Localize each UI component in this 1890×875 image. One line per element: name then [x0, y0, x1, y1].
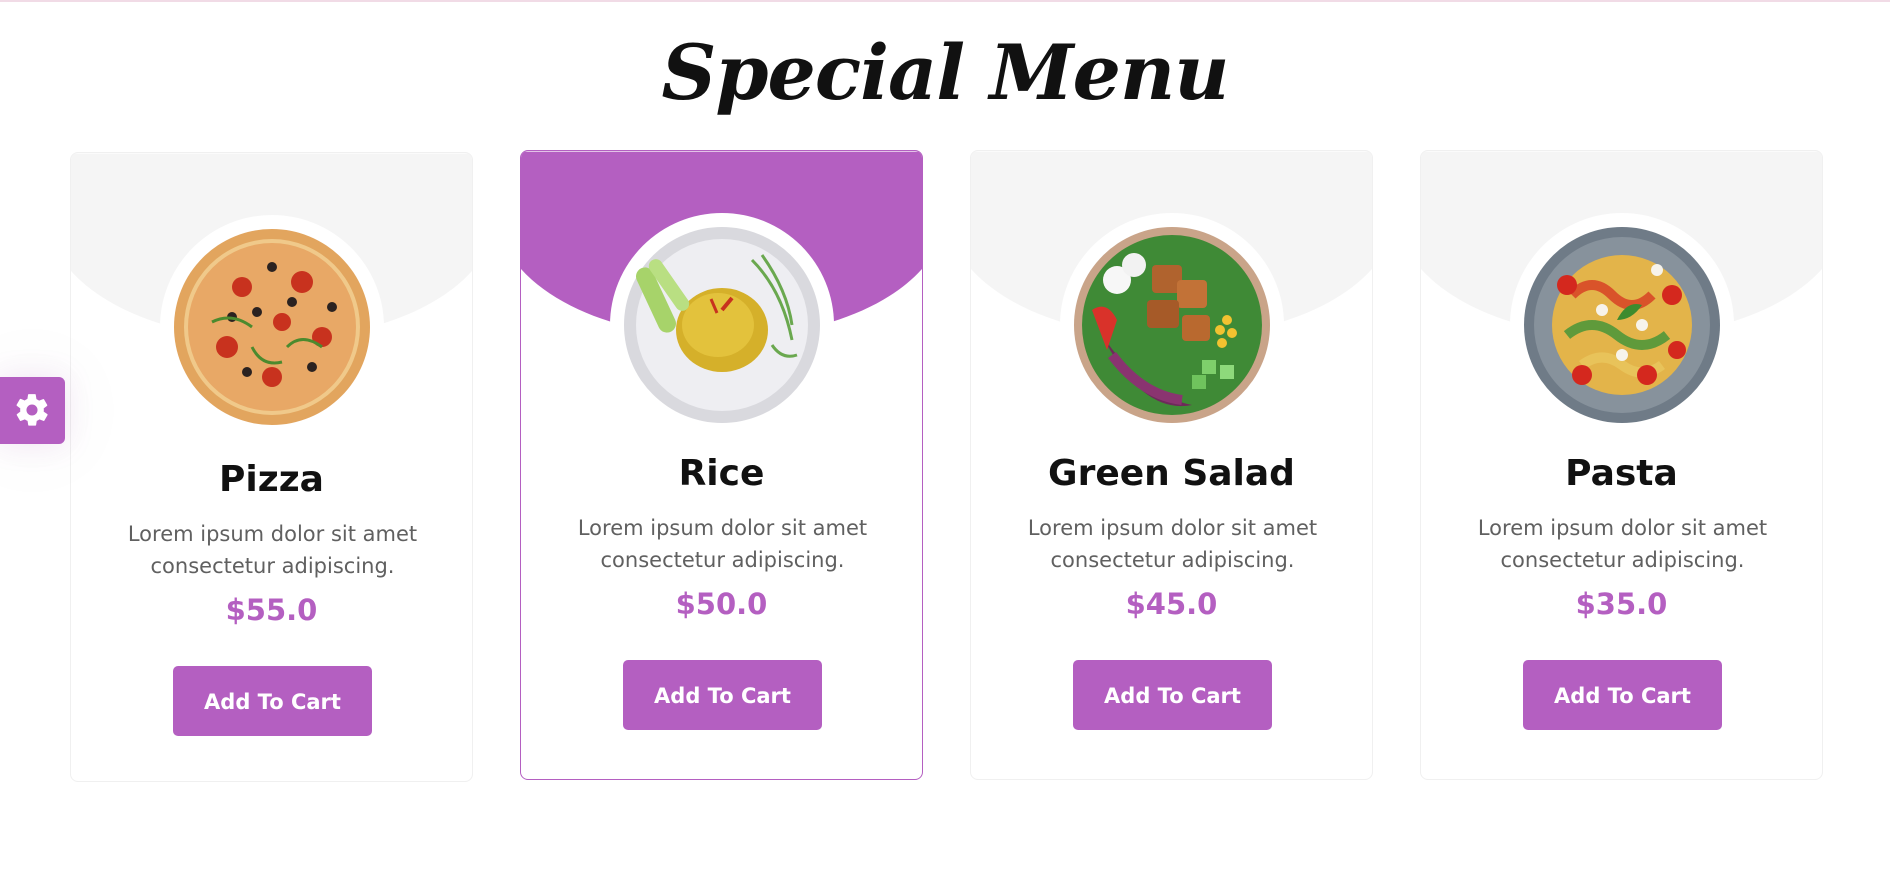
card-price: $55.0: [225, 593, 318, 627]
card-name: Pasta: [1565, 453, 1678, 494]
menu-card-pasta: Pasta Lorem ipsum dolor sit amet consect…: [1420, 150, 1823, 780]
rice-image: [609, 213, 834, 437]
card-description: Lorem ipsum dolor sit amet consectetur a…: [127, 522, 418, 578]
card-price: $35.0: [1575, 587, 1668, 621]
add-to-cart-button[interactable]: Add To Cart: [1523, 660, 1722, 730]
card-description: Lorem ipsum dolor sit amet consectetur a…: [1477, 516, 1768, 572]
menu-card-green-salad: Green Salad Lorem ipsum dolor sit amet c…: [970, 150, 1373, 780]
card-price: $50.0: [675, 587, 768, 621]
card-name: Rice: [678, 453, 765, 494]
card-description: Lorem ipsum dolor sit amet consectetur a…: [1027, 516, 1318, 572]
add-to-cart-button[interactable]: Add To Cart: [623, 660, 822, 730]
pizza-image: [159, 215, 384, 439]
card-description: Lorem ipsum dolor sit amet consectetur a…: [577, 516, 868, 572]
card-name: Green Salad: [1048, 453, 1295, 494]
top-divider: [0, 0, 1890, 2]
card-price: $45.0: [1125, 587, 1218, 621]
menu-card-rice: Rice Lorem ipsum dolor sit amet consecte…: [520, 150, 923, 780]
gear-icon: [16, 394, 48, 426]
add-to-cart-button[interactable]: Add To Cart: [173, 666, 372, 736]
menu-cards: Pizza Lorem ipsum dolor sit amet consect…: [70, 150, 1826, 790]
pasta-image: [1509, 213, 1734, 437]
card-name: Pizza: [219, 459, 324, 500]
salad-image: [1059, 213, 1284, 437]
settings-button[interactable]: [0, 377, 65, 444]
page-title: Special Menu: [661, 28, 1229, 117]
add-to-cart-button[interactable]: Add To Cart: [1073, 660, 1272, 730]
menu-card-pizza: Pizza Lorem ipsum dolor sit amet consect…: [70, 152, 473, 782]
